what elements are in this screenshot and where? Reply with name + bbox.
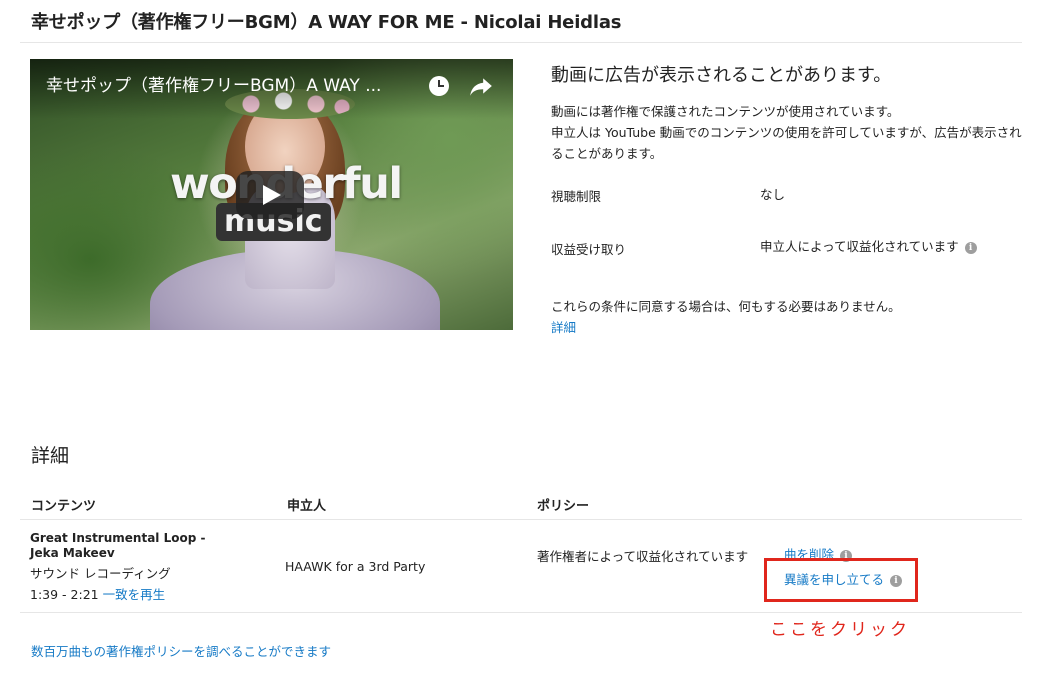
info-icon[interactable]: i [964,241,977,254]
section-title: 詳細 [31,445,70,467]
table-divider [20,519,1022,520]
restriction-value: なし [760,187,786,202]
details-link[interactable]: 詳細 [551,317,576,336]
column-header-policy: ポリシー [537,499,590,514]
policy-search-link[interactable]: 数百万曲もの著作権ポリシーを調べることができます [31,641,331,660]
highlight-box [764,558,918,602]
content-type: サウンド レコーディング [30,566,171,581]
column-header-claimant: 申立人 [287,499,327,514]
watch-later-icon[interactable] [429,76,449,96]
play-button[interactable] [236,171,304,219]
time-range: 1:39 - 2:21 [30,587,99,602]
share-icon[interactable] [468,73,494,99]
content-title: Great Instrumental Loop - Jeka Makeev [30,531,206,560]
page-title: 幸せポップ（著作権フリーBGM）A WAY FOR ME - Nicolai H… [31,12,622,33]
monetization-value: 申立人によって収益化されています [760,239,959,254]
video-player[interactable]: wonderful music 幸せポップ（著作権フリーBGM）A WAY ..… [30,59,513,330]
notice-description: 動画には著作権で保護されたコンテンツが使用されています。 申立人は YouTub… [551,101,1025,164]
notice-line: 動画には著作権で保護されたコンテンツが使用されています。 [551,104,900,119]
restriction-label: 視聴制限 [551,189,602,204]
table-divider [20,612,1022,613]
notice-line: 申立人は YouTube 動画でのコンテンツの使用を許可していますが、広告が表示… [551,125,1022,161]
play-match-link[interactable]: 一致を再生 [103,587,166,602]
monetization-label: 収益受け取り [551,242,627,257]
monetization-value-row: 申立人によって収益化されています i [760,236,977,255]
column-header-content: コンテンツ [31,499,97,514]
divider [20,42,1022,43]
agree-text: これらの条件に同意する場合は、何もする必要はありません。 [551,299,901,314]
notice-heading: 動画に広告が表示されることがあります。 [551,65,892,86]
time-range-row: 1:39 - 2:21 一致を再生 [30,584,165,603]
video-title[interactable]: 幸せポップ（著作権フリーBGM）A WAY ... [46,71,381,96]
claimant-name: HAAWK for a 3rd Party [285,559,426,574]
policy-text: 著作権者によって収益化されています [537,549,749,564]
click-here-annotation: ここをクリック [770,620,910,640]
